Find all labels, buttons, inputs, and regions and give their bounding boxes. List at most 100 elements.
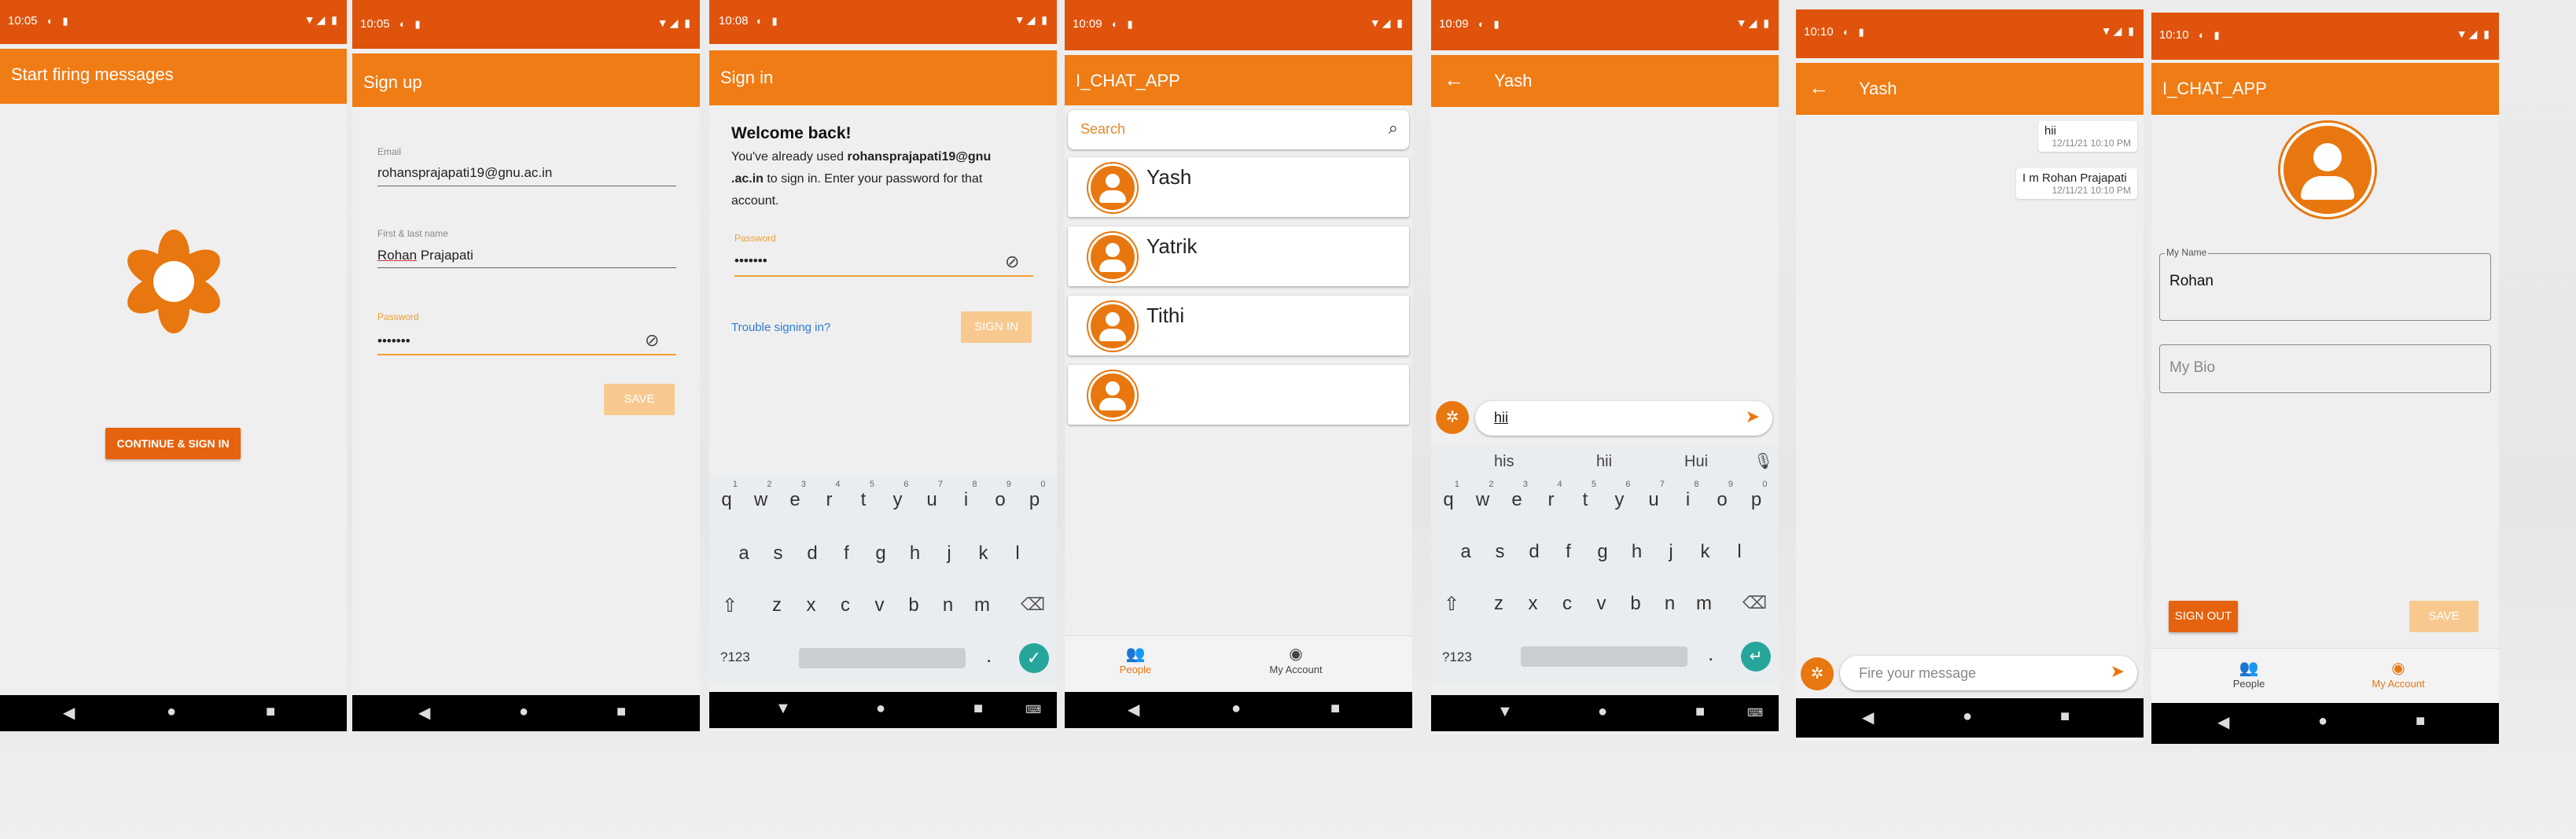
nav-home-icon[interactable]: ●: [167, 703, 176, 721]
key-f[interactable]: f: [831, 543, 863, 565]
nav-recents-icon[interactable]: ■: [616, 703, 626, 721]
back-arrow-icon[interactable]: ←: [1809, 75, 1829, 100]
key-h[interactable]: h: [1621, 541, 1653, 563]
nav-recents-icon[interactable]: ■: [1330, 700, 1340, 718]
visibility-off-icon[interactable]: ⊘: [1005, 252, 1019, 272]
keyboard-switch-icon[interactable]: ⌨: [1747, 706, 1763, 719]
key-k[interactable]: k: [968, 543, 999, 565]
send-icon[interactable]: ➤: [2110, 661, 2125, 682]
key-y[interactable]: y6: [882, 480, 914, 511]
done-key-icon[interactable]: ✓: [1019, 643, 1049, 673]
backspace-key-icon[interactable]: ⌫: [1021, 594, 1045, 615]
key-r[interactable]: r4: [1536, 480, 1567, 511]
nav-back-icon[interactable]: ◀: [418, 703, 430, 723]
key-h[interactable]: h: [900, 543, 931, 565]
password-field[interactable]: •••••••: [377, 333, 410, 349]
nav-people[interactable]: 👥 People: [1088, 644, 1183, 675]
key-o[interactable]: o9: [1706, 480, 1738, 511]
key-s[interactable]: s: [763, 543, 794, 565]
key-i[interactable]: i8: [951, 480, 982, 511]
nav-home-icon[interactable]: ●: [1598, 703, 1607, 721]
key-w[interactable]: w2: [1467, 480, 1499, 511]
key-b[interactable]: b: [898, 594, 929, 616]
space-key[interactable]: [1521, 646, 1687, 667]
suggestion[interactable]: his: [1494, 453, 1514, 471]
continue-signin-button[interactable]: CONTINUE & SIGN IN: [105, 428, 241, 459]
my-name-field[interactable]: My Name Rohan: [2159, 247, 2491, 321]
key-x[interactable]: x: [1518, 593, 1549, 615]
nav-home-icon[interactable]: ●: [2318, 712, 2328, 730]
sign-out-button[interactable]: SIGN OUT: [2169, 601, 2238, 632]
key-d[interactable]: d: [797, 543, 828, 565]
symbols-key[interactable]: ?123: [720, 649, 750, 665]
key-v[interactable]: v: [1586, 593, 1617, 615]
message-input-box[interactable]: hii ➤: [1475, 401, 1772, 436]
key-s[interactable]: s: [1485, 541, 1516, 563]
key-n[interactable]: n: [933, 594, 964, 616]
nav-people[interactable]: 👥 People: [2202, 658, 2296, 690]
message-input-box[interactable]: Fire your message ➤: [1840, 656, 2137, 690]
save-button[interactable]: SAVE: [2409, 601, 2478, 632]
key-e[interactable]: e3: [779, 480, 811, 511]
symbols-key[interactable]: ?123: [1442, 649, 1472, 665]
signin-button[interactable]: SIGN IN: [961, 311, 1032, 343]
emoji-gear-icon[interactable]: ✲: [1801, 657, 1834, 690]
key-a[interactable]: a: [1450, 541, 1481, 563]
nav-recents-icon[interactable]: ■: [266, 703, 275, 721]
key-p[interactable]: p0: [1741, 480, 1772, 511]
my-bio-field[interactable]: My Bio: [2159, 344, 2491, 393]
nav-back-icon[interactable]: ◀: [2217, 712, 2229, 732]
key-l[interactable]: l: [1002, 543, 1033, 565]
period-key[interactable]: .: [986, 643, 992, 668]
save-button[interactable]: SAVE: [604, 384, 675, 415]
key-r[interactable]: r4: [814, 480, 845, 511]
key-n[interactable]: n: [1654, 593, 1686, 615]
key-f[interactable]: f: [1553, 541, 1584, 563]
key-e[interactable]: e3: [1501, 480, 1533, 511]
space-key[interactable]: [799, 648, 966, 668]
key-z[interactable]: z: [1483, 593, 1514, 615]
key-d[interactable]: d: [1518, 541, 1550, 563]
key-q[interactable]: q1: [711, 480, 742, 511]
key-c[interactable]: c: [1551, 593, 1583, 615]
key-g[interactable]: g: [1587, 541, 1618, 563]
enter-key-icon[interactable]: ↵: [1741, 642, 1771, 672]
key-u[interactable]: u7: [916, 480, 948, 511]
nav-recents-icon[interactable]: ■: [1695, 703, 1705, 721]
key-j[interactable]: j: [1655, 541, 1687, 563]
search-icon[interactable]: ⌕: [1389, 118, 1398, 138]
key-y[interactable]: y6: [1604, 480, 1636, 511]
nav-back-icon[interactable]: ◀: [1128, 700, 1139, 719]
nav-down-icon[interactable]: ▼: [775, 700, 791, 718]
key-m[interactable]: m: [1688, 593, 1720, 615]
key-c[interactable]: c: [830, 594, 861, 616]
key-o[interactable]: o9: [984, 480, 1016, 511]
keyboard-switch-icon[interactable]: ⌨: [1025, 703, 1041, 716]
nav-my-account[interactable]: ◉ My Account: [2351, 658, 2445, 690]
key-i[interactable]: i8: [1673, 480, 1704, 511]
suggestion[interactable]: hii: [1596, 453, 1612, 471]
key-z[interactable]: z: [761, 594, 793, 616]
nav-back-icon[interactable]: ◀: [1862, 708, 1874, 727]
password-field[interactable]: •••••••: [734, 253, 767, 269]
nav-back-icon[interactable]: ◀: [63, 703, 75, 723]
key-x[interactable]: x: [796, 594, 827, 616]
nav-home-icon[interactable]: ●: [1231, 700, 1241, 718]
key-u[interactable]: u7: [1638, 480, 1669, 511]
key-w[interactable]: w2: [745, 480, 777, 511]
contact-item[interactable]: Tithi: [1068, 296, 1409, 355]
key-q[interactable]: q1: [1433, 480, 1464, 511]
key-j[interactable]: j: [933, 543, 965, 565]
shift-key-icon[interactable]: ⇧: [1444, 593, 1459, 616]
key-v[interactable]: v: [864, 594, 896, 616]
name-field[interactable]: Rohan Prajapati: [377, 248, 473, 263]
emoji-gear-icon[interactable]: ✲: [1436, 401, 1469, 434]
send-icon[interactable]: ➤: [1746, 407, 1760, 427]
suggestion[interactable]: Hui: [1684, 453, 1708, 471]
nav-recents-icon[interactable]: ■: [2060, 708, 2070, 726]
nav-home-icon[interactable]: ●: [519, 703, 528, 721]
key-p[interactable]: p0: [1019, 480, 1051, 511]
nav-my-account[interactable]: ◉ My Account: [1249, 644, 1343, 675]
shift-key-icon[interactable]: ⇧: [722, 594, 738, 617]
nav-home-icon[interactable]: ●: [876, 700, 885, 718]
